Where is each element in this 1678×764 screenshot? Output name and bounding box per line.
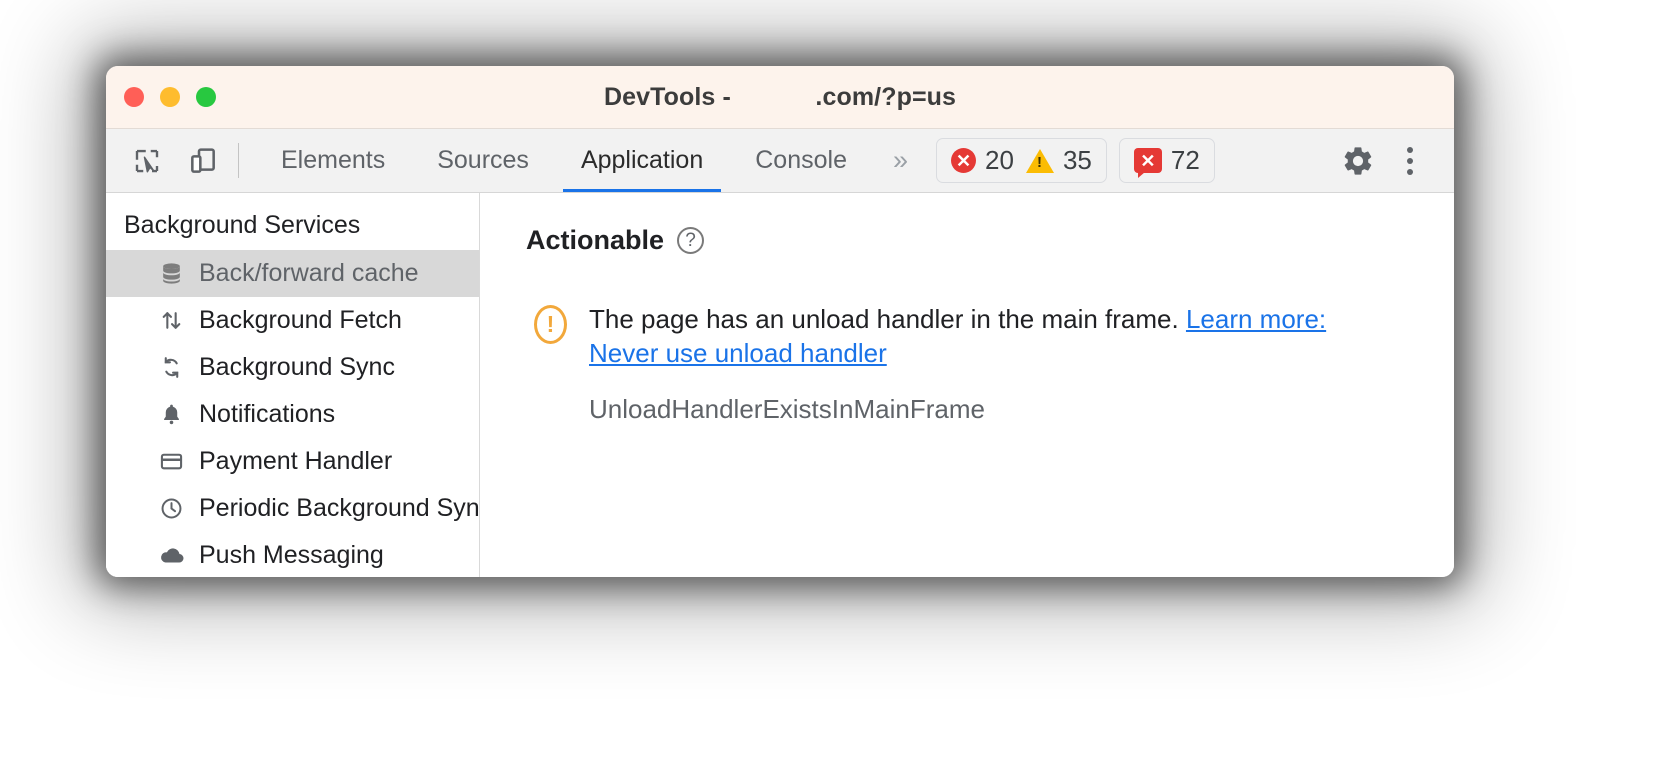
kebab-dots [1407, 146, 1413, 175]
window-title: DevTools - .com/?p=us [603, 82, 957, 111]
help-question-icon[interactable]: ? [677, 227, 705, 254]
tab-sources[interactable]: Sources [411, 129, 555, 192]
maximize-window-button[interactable] [196, 87, 216, 107]
bfcache-main-panel: Actionable ? ! The page has an unload ha… [480, 193, 1454, 577]
more-tabs-chevron-icon[interactable]: » [873, 129, 924, 192]
sidebar-item-label: Notifications [199, 400, 336, 428]
warning-triangle-icon [1025, 148, 1054, 173]
page-title: Actionable [526, 225, 665, 255]
sidebar-item-label: Periodic Background Sync [199, 494, 480, 522]
issues-count[interactable]: ✕ 72 [1133, 145, 1200, 178]
sidebar-item-label: Background Sync [199, 353, 395, 381]
application-sidebar: Background Services Back/forward cache B… [106, 193, 480, 577]
sidebar-item-background-fetch[interactable]: Background Fetch [106, 297, 479, 344]
issues-count-group[interactable]: ✕ 72 [1118, 138, 1215, 183]
sidebar-item-label: Payment Handler [199, 447, 393, 475]
devtools-toolbar: Elements Sources Application Console » ✕… [106, 129, 1454, 193]
sidebar-item-push-messaging[interactable]: Push Messaging [106, 532, 479, 577]
tab-elements[interactable]: Elements [255, 129, 411, 192]
kebab-menu-icon[interactable] [1384, 135, 1436, 187]
panel-heading-group: Actionable ? [526, 225, 1454, 256]
warning-count[interactable]: 35 [1025, 145, 1092, 176]
status-badges: ✕ 20 35 ✕ 72 [936, 129, 1215, 192]
tab-console[interactable]: Console [729, 129, 873, 192]
credit-card-icon [158, 448, 185, 475]
toolbar-divider [238, 143, 239, 178]
issue-description: The page has an unload handler in the ma… [589, 304, 1186, 334]
issue-row: ! The page has an unload handler in the … [526, 302, 1454, 370]
warning-count-value: 35 [1062, 145, 1092, 175]
inspect-cursor-icon[interactable] [128, 142, 166, 180]
sidebar-item-back-forward-cache[interactable]: Back/forward cache [106, 250, 479, 297]
sidebar-item-periodic-background-sync[interactable]: Periodic Background Sync [106, 485, 479, 532]
up-down-arrows-icon [158, 307, 185, 334]
devtools-body: Background Services Back/forward cache B… [106, 193, 1454, 577]
tab-application[interactable]: Application [555, 129, 729, 192]
database-icon [158, 260, 185, 287]
issues-count-value: 72 [1170, 145, 1200, 175]
error-circle-icon: ✕ [951, 148, 977, 173]
cloud-icon [158, 542, 185, 569]
sidebar-item-payment-handler[interactable]: Payment Handler [106, 438, 479, 485]
sync-refresh-icon [158, 354, 185, 381]
issue-text: The page has an unload handler in the ma… [589, 302, 1389, 370]
sidebar-item-label: Back/forward cache [199, 259, 419, 287]
close-window-button[interactable] [124, 87, 144, 107]
gear-icon[interactable] [1332, 135, 1384, 187]
bfcache-reason-code: UnloadHandlerExistsInMainFrame [589, 394, 985, 425]
warning-exclamation-icon: ! [534, 305, 567, 344]
error-count[interactable]: ✕ 20 [951, 145, 1014, 176]
panel-tabs: Elements Sources Application Console » [255, 129, 924, 192]
devtools-window: DevTools - .com/?p=us Elements Sources A… [106, 66, 1454, 577]
issue-bubble-icon: ✕ [1133, 148, 1162, 178]
device-toolbar-icon[interactable] [184, 142, 222, 180]
sidebar-item-label: Push Messaging [199, 541, 384, 569]
sidebar-item-background-sync[interactable]: Background Sync [106, 344, 479, 391]
sidebar-item-notifications[interactable]: Notifications [106, 391, 479, 438]
bell-icon [158, 401, 185, 428]
minimize-window-button[interactable] [160, 87, 180, 107]
toolbar-icon-group [106, 129, 222, 192]
sidebar-item-label: Background Fetch [199, 306, 402, 334]
clock-icon [158, 495, 185, 522]
console-counts-group[interactable]: ✕ 20 35 [936, 138, 1107, 183]
sidebar-section-background-services: Background Services [124, 211, 361, 239]
traffic-lights [124, 87, 216, 107]
toolbar-right-group [1299, 129, 1454, 192]
error-count-value: 20 [985, 145, 1014, 175]
screenshot-root: DevTools - .com/?p=us Elements Sources A… [0, 0, 1678, 764]
window-titlebar: DevTools - .com/?p=us [106, 66, 1454, 129]
